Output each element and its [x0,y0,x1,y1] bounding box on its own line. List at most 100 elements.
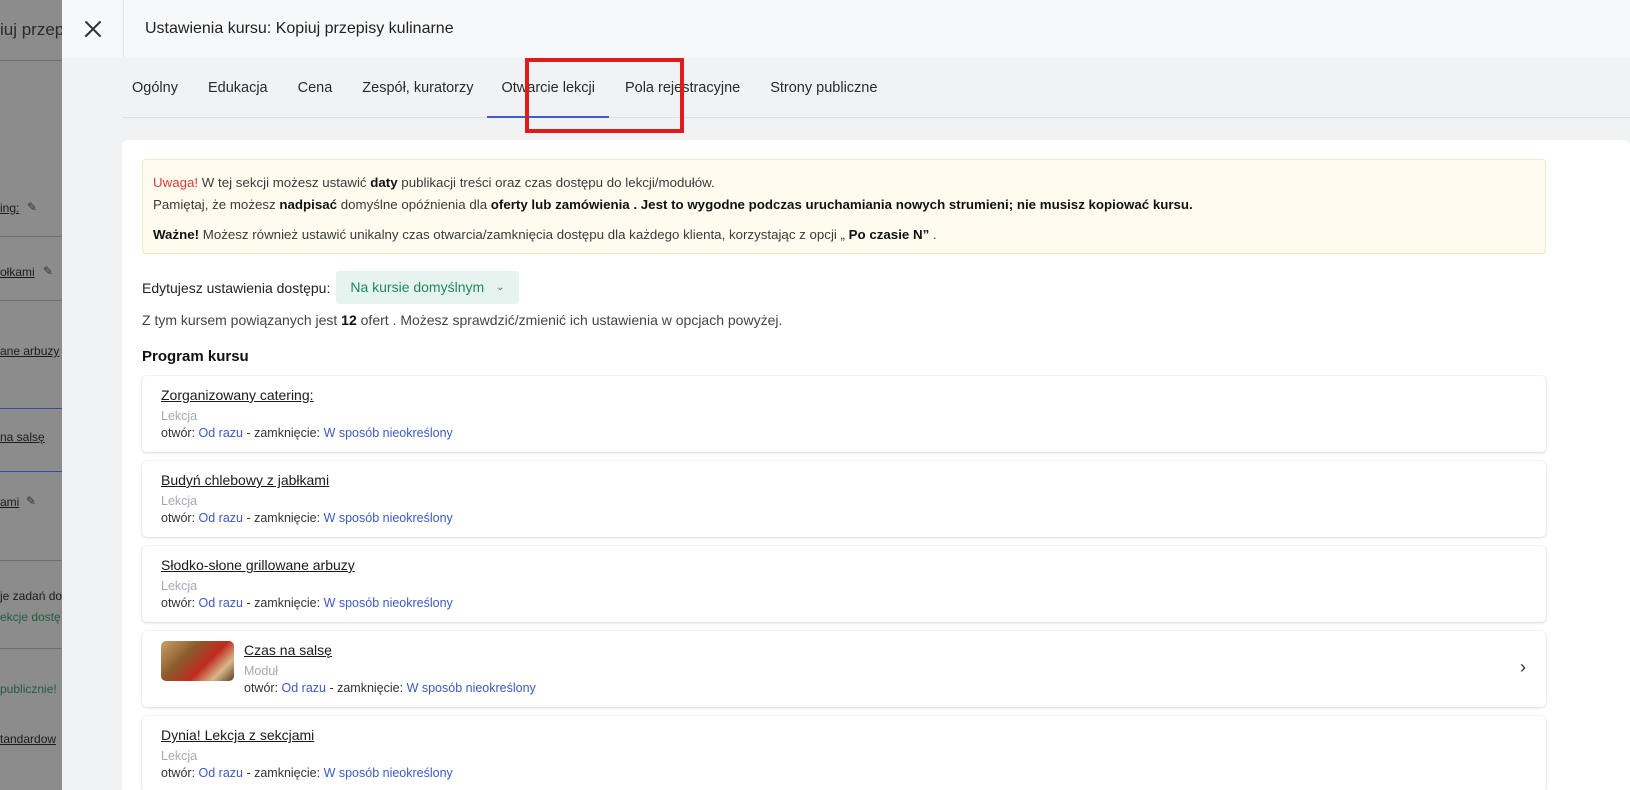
notice-text: Pamiętaj, że możesz [153,197,280,212]
tab-registration-fields[interactable]: Pola rejestracyjne [625,58,740,118]
notice-line-1: Uwaga! W tej sekcji możesz ustawić daty … [153,172,1535,194]
pencil-icon[interactable]: ✎ [43,264,53,278]
pencil-icon[interactable]: ✎ [26,494,36,508]
close-value-link[interactable]: W sposób nieokreślony [324,766,453,780]
tab-lesson-opening[interactable]: Otwarcie lekcji [486,58,610,118]
notice-text-bold: daty [370,175,398,190]
notice-text-bold: oferty lub zamówienia . Jest to wygodne … [490,197,1193,212]
program-item-module[interactable]: Czas na salsę Moduł otwór: Od razu - zam… [142,631,1546,707]
notice-box: Uwaga! W tej sekcji możesz ustawić daty … [142,159,1546,254]
separator: - [242,766,255,780]
item-access-meta: otwór: Od razu - zamknięcie: W sposób ni… [161,426,1527,440]
close-label: zamknięcie: [254,511,324,525]
divider [0,648,62,649]
background-item: je zadań do [0,589,62,603]
divider [0,300,62,301]
open-label: otwór: [161,426,199,440]
chevron-right-icon[interactable]: › [1520,657,1526,678]
notice-text-bold: nadpisać [279,197,338,212]
close-label: zamknięcie: [337,681,407,695]
open-value-link[interactable]: Od razu [199,426,243,440]
separator: - [325,681,338,695]
access-settings-row: Edytujesz ustawienia dostępu: Na kursie … [142,271,519,304]
open-label: otwór: [161,766,199,780]
notice-text: domyślne opóźnienia dla [337,197,491,212]
background-item[interactable]: ing: [0,201,19,215]
tab-general[interactable]: Ogólny [132,58,178,118]
notice-text-bold: Po czasie N” [848,227,930,242]
drawer-header: Ustawienia kursu: Kopiuj przepisy kulina… [62,0,1630,58]
open-value-link[interactable]: Od razu [199,596,243,610]
notice-line-2: Pamiętaj, że możesz nadpisać domyślne op… [153,194,1535,216]
close-label: zamknięcie: [254,766,324,780]
close-label: zamknięcie: [254,596,324,610]
close-value-link[interactable]: W sposób nieokreślony [324,426,453,440]
offers-text: ofert . Możesz sprawdzić/zmienić ich ust… [356,312,783,328]
separator: - [242,596,255,610]
close-button[interactable] [62,0,124,58]
access-selected-value: Na kursie domyślnym [350,279,485,295]
close-icon [84,21,101,37]
lesson-title[interactable]: Budyń chlebowy z jabłkami [161,472,329,488]
item-access-meta: otwór: Od razu - zamknięcie: W sposób ni… [244,681,1527,695]
open-value-link[interactable]: Od razu [199,766,243,780]
background-item[interactable]: ane arbuzy [0,344,59,358]
tab-education[interactable]: Edukacja [208,58,268,118]
item-type: Moduł [244,664,279,678]
separator: - [242,511,255,525]
divider [0,560,62,561]
notice-text: . [929,227,937,242]
close-value-link[interactable]: W sposób nieokreślony [324,596,453,610]
access-label: Edytujesz ustawienia dostępu: [142,279,331,296]
offers-info: Z tym kursem powiązanych jest 12 ofert .… [142,312,782,328]
tab-public-pages[interactable]: Strony publiczne [770,58,877,118]
tab-price[interactable]: Cena [298,58,333,118]
background-item: ekcje dostę [0,610,61,624]
program-item: Słodko-słone grillowane arbuzy Lekcja ot… [142,546,1546,622]
offers-count: 12 [341,312,357,328]
notice-line-3: Ważne! Możesz również ustawić unikalny c… [153,224,1535,246]
lesson-title[interactable]: Zorganizowany catering: [161,387,314,403]
warning-label: Uwaga! [153,175,199,190]
close-label: zamknięcie: [254,426,324,440]
pencil-icon[interactable]: ✎ [27,200,37,214]
item-access-meta: otwór: Od razu - zamknięcie: W sposób ni… [161,596,1527,610]
open-label: otwór: [161,511,199,525]
program-item: Zorganizowany catering: Lekcja otwór: Od… [142,376,1546,452]
program-title: Program kursu [142,348,249,365]
background-page: iuj przep ing: ✎ ołkami ✎ ane arbuzy na … [0,0,62,790]
background-item[interactable]: na salsę [0,430,45,444]
item-type: Lekcja [161,749,198,763]
close-value-link[interactable]: W sposób nieokreślony [324,511,453,525]
background-item[interactable]: tandardow [0,732,56,746]
background-item[interactable]: ami [0,495,19,509]
offers-text: Z tym kursem powiązanych jest [142,312,342,328]
program-item: Budyń chlebowy z jabłkami Lekcja otwór: … [142,461,1546,537]
notice-important-label: Ważne! [153,227,200,242]
close-value-link[interactable]: W sposób nieokreślony [407,681,536,695]
background-item[interactable]: ołkami [0,265,35,279]
module-title[interactable]: Czas na salsę [244,642,332,658]
notice-text: Możesz również ustawić unikalny czas otw… [199,227,849,242]
divider [0,60,62,61]
program-item: Dynia! Lekcja z sekcjami Lekcja otwór: O… [142,716,1546,790]
open-value-link[interactable]: Od razu [282,681,326,695]
item-type: Lekcja [161,579,198,593]
open-label: otwór: [161,596,199,610]
lesson-title[interactable]: Dynia! Lekcja z sekcjami [161,727,314,743]
item-access-meta: otwór: Od razu - zamknięcie: W sposób ni… [161,511,1527,525]
settings-tabs: Ogólny Edukacja Cena Zespół, kuratorzy O… [122,58,1630,133]
settings-panel: Uwaga! W tej sekcji możesz ustawić daty … [122,140,1630,790]
drawer-title: Ustawienia kursu: Kopiuj przepisy kulina… [145,20,454,37]
access-settings-dropdown[interactable]: Na kursie domyślnym ⌄ [336,271,519,304]
background-item: publicznie! [0,682,57,696]
course-settings-drawer: Ustawienia kursu: Kopiuj przepisy kulina… [62,0,1630,790]
item-type: Lekcja [161,409,198,423]
open-value-link[interactable]: Od razu [199,511,243,525]
tab-team[interactable]: Zespół, kuratorzy [362,58,473,118]
lesson-title[interactable]: Słodko-słone grillowane arbuzy [161,557,355,573]
background-page-title: iuj przep [0,20,62,39]
item-type: Lekcja [161,494,198,508]
separator: - [242,426,255,440]
module-thumbnail [161,641,234,681]
